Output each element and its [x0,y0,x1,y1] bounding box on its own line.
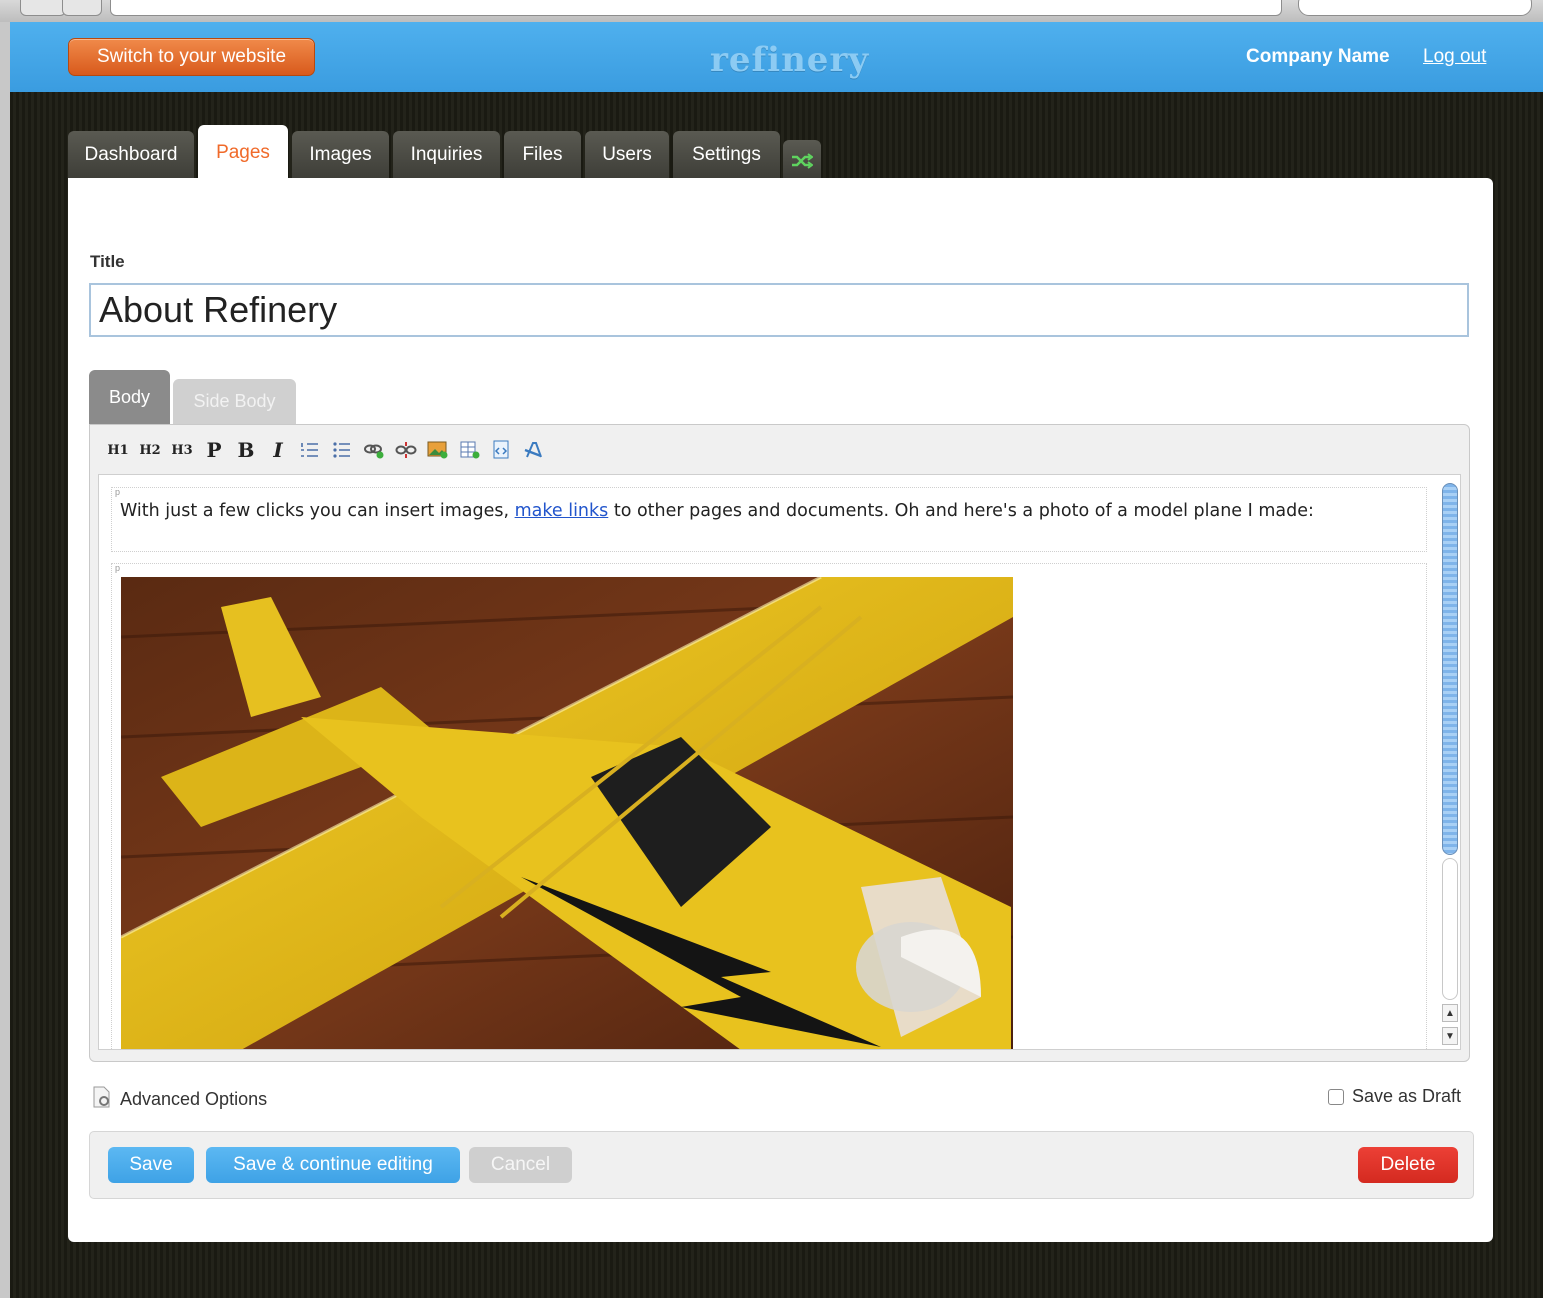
tab-shuffle[interactable] [783,140,821,178]
h2-button[interactable]: H2 [136,436,164,464]
browser-search-field[interactable] [1298,0,1532,16]
paragraph-button[interactable]: P [200,436,228,464]
unordered-list-icon[interactable] [328,436,356,464]
scroll-down-arrow[interactable]: ▼ [1442,1027,1458,1045]
insert-link-icon[interactable] [360,436,388,464]
editor-content-area[interactable]: p With just a few clicks you can insert … [98,474,1461,1050]
ordered-list-icon[interactable] [296,436,324,464]
insert-table-icon[interactable] [456,436,484,464]
gear-document-icon [92,1086,112,1113]
logout-link[interactable]: Log out [1423,46,1486,68]
editor-toolbar: H1 H2 H3 P B I [104,436,548,464]
tab-images[interactable]: Images [292,131,389,178]
tab-users[interactable]: Users [585,131,669,178]
insert-image-icon[interactable] [424,436,452,464]
tab-dashboard[interactable]: Dashboard [68,131,194,178]
save-as-draft-checkbox[interactable] [1328,1088,1344,1105]
clean-format-icon[interactable] [520,436,548,464]
title-input[interactable] [89,283,1469,337]
scroll-up-arrow[interactable]: ▲ [1442,1004,1458,1022]
h3-button[interactable]: H3 [168,436,196,464]
delete-button[interactable]: Delete [1358,1147,1458,1183]
body-text-after: to other pages and documents. Oh and her… [608,501,1314,521]
html-source-icon[interactable] [488,436,516,464]
save-continue-button[interactable]: Save & continue editing [206,1147,460,1183]
browser-toolbar [0,0,1543,23]
refinery-logo: refinery [710,40,870,80]
h1-button[interactable]: H1 [104,436,132,464]
editor-scrollbar-track[interactable] [1442,858,1458,1000]
make-links-link[interactable]: make links [515,501,609,521]
save-as-draft[interactable]: Save as Draft [1328,1086,1461,1107]
bold-button[interactable]: B [232,436,260,464]
address-bar[interactable] [110,0,1282,16]
model-plane-photo[interactable] [121,577,1013,1050]
tab-body[interactable]: Body [89,370,170,424]
save-button[interactable]: Save [108,1147,194,1183]
unlink-icon[interactable] [392,436,420,464]
italic-button[interactable]: I [264,436,292,464]
advanced-options-toggle[interactable]: Advanced Options [92,1086,267,1113]
admin-header: Switch to your website refinery Company … [10,22,1543,92]
image-paragraph [111,563,1427,1050]
body-text-before: With just a few clicks you can insert im… [120,501,515,521]
forward-button[interactable] [62,0,102,16]
switch-to-website-button[interactable]: Switch to your website [68,38,315,76]
tab-settings[interactable]: Settings [673,131,780,178]
cancel-button[interactable]: Cancel [469,1147,572,1183]
back-button[interactable] [20,0,66,16]
tab-pages[interactable]: Pages [198,125,288,180]
save-as-draft-label: Save as Draft [1352,1086,1462,1106]
tab-files[interactable]: Files [504,131,581,178]
body-paragraph[interactable]: With just a few clicks you can insert im… [111,487,1427,552]
advanced-options-label: Advanced Options [120,1089,268,1109]
tab-inquiries[interactable]: Inquiries [393,131,500,178]
tab-side-body[interactable]: Side Body [173,379,296,424]
title-label: Title [90,252,125,271]
company-name[interactable]: Company Name [1246,46,1390,68]
shuffle-icon [791,153,814,174]
editor-scrollbar-thumb[interactable] [1442,483,1458,855]
window-edge [0,22,10,1298]
